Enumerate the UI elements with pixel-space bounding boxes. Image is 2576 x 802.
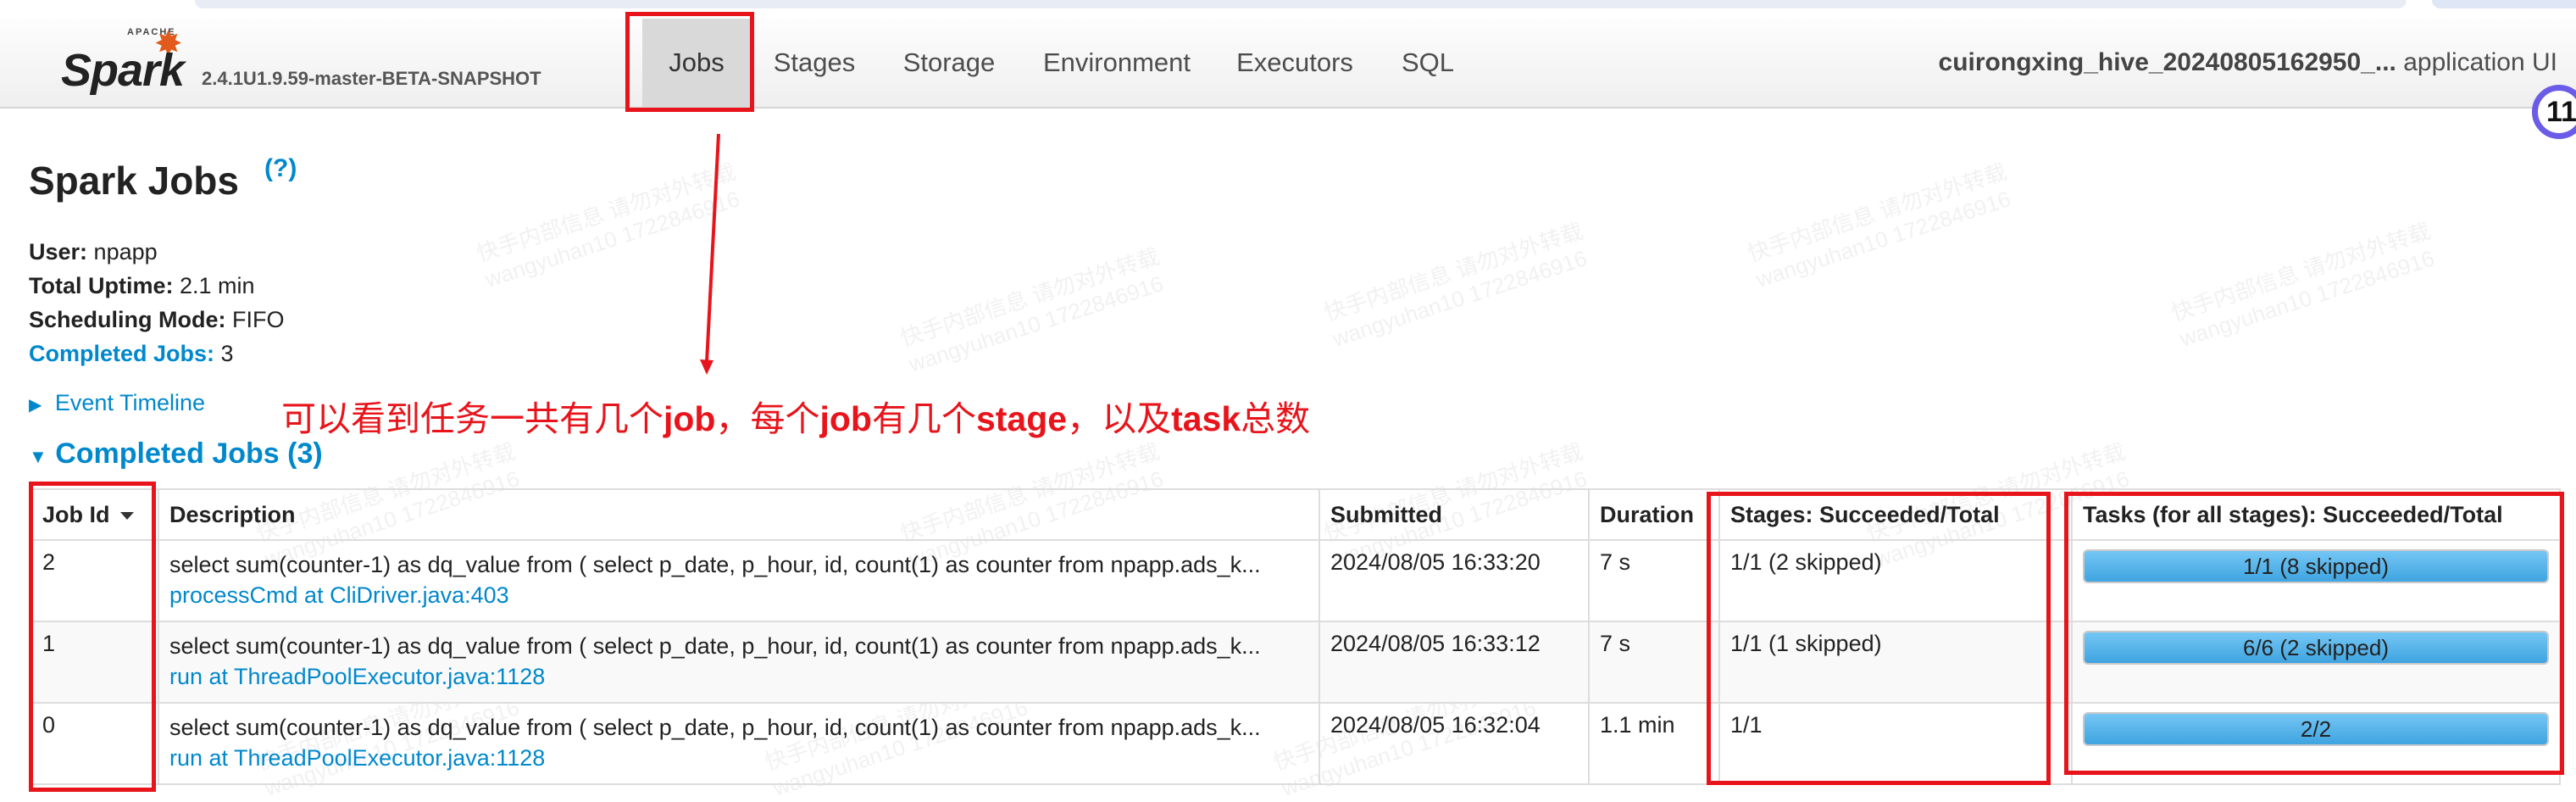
address-bar-edge <box>195 0 2407 8</box>
browser-chrome-strip <box>0 0 2576 17</box>
floating-badge[interactable]: 11 <box>2532 85 2576 139</box>
summary-uptime: Total Uptime: 2.1 min <box>29 273 255 299</box>
annotation-job-2: job <box>819 399 872 438</box>
help-link[interactable]: (?) <box>264 154 297 183</box>
tab-stages[interactable]: Stages <box>761 19 868 107</box>
triangle-down-icon: ▼ <box>29 446 47 467</box>
highlight-tasks-column <box>2064 492 2564 775</box>
completed-value: 3 <box>220 341 234 366</box>
watermark-text: 快手内部信息 请勿对外转载 wangyuhan10 1722846916 <box>2168 218 2438 352</box>
uptime-value: 2.1 min <box>180 273 255 298</box>
highlight-job-id-column <box>29 482 156 792</box>
job-link[interactable]: run at ThreadPoolExecutor.java:1128 <box>169 745 545 771</box>
job-description: select sum(counter-1) as dq_value from (… <box>169 552 1261 577</box>
badge-text: 11 <box>2546 96 2576 128</box>
scheduling-value: FIFO <box>232 307 285 332</box>
annotation-stage: stage <box>975 399 1068 438</box>
tab-environment[interactable]: Environment <box>1032 19 1202 107</box>
watermark-text: 快手内部信息 请勿对外转载 wangyuhan10 1722846916 <box>1744 159 2014 292</box>
uptime-label: Total Uptime: <box>29 273 174 298</box>
page-title: Spark Jobs <box>29 159 239 203</box>
summary-scheduling: Scheduling Mode: FIFO <box>29 307 285 333</box>
annotation-part-5: 总数 <box>1241 399 1311 438</box>
user-value: npapp <box>93 239 158 265</box>
description-cell: select sum(counter-1) as dq_value from (… <box>158 539 1320 622</box>
duration-cell: 1.1 min <box>1588 702 1720 785</box>
completed-label: Completed Jobs: <box>29 341 215 366</box>
summary-completed-jobs[interactable]: Completed Jobs: 3 <box>29 341 234 367</box>
app-ui-label: application UI <box>2403 48 2557 76</box>
triangle-right-icon: ▶ <box>29 396 42 415</box>
app-id: cuirongxing_hive_20240805162950_... <box>1938 48 2396 76</box>
duration-cell: 7 s <box>1588 621 1720 704</box>
job-link[interactable]: processCmd at CliDriver.java:403 <box>169 582 509 608</box>
tab-executors[interactable]: Executors <box>1227 19 1363 107</box>
submitted-cell: 2024/08/05 16:33:20 <box>1319 539 1590 622</box>
submitted-cell: 2024/08/05 16:33:12 <box>1319 621 1590 704</box>
description-cell: select sum(counter-1) as dq_value from (… <box>158 702 1320 785</box>
annotation-part-2: ，每个 <box>715 399 820 438</box>
job-description: select sum(counter-1) as dq_value from (… <box>169 633 1261 659</box>
annotation-job-1: job <box>663 399 716 438</box>
event-timeline-toggle[interactable]: ▶ Event Timeline <box>29 390 205 416</box>
logo-wordmark: Spark <box>61 45 185 96</box>
event-timeline-label: Event Timeline <box>54 390 205 415</box>
col-duration[interactable]: Duration <box>1588 488 1720 541</box>
completed-jobs-header[interactable]: ▼ Completed Jobs (3) <box>29 437 323 471</box>
user-label: User: <box>29 239 88 265</box>
spark-logo[interactable]: APACHE ✸ Spark <box>61 25 188 96</box>
duration-cell: 7 s <box>1588 539 1720 622</box>
job-description: select sum(counter-1) as dq_value from (… <box>169 715 1261 740</box>
highlight-jobs-tab <box>625 12 754 112</box>
annotation-text: 可以看到任务一共有几个job，每个job有几个stage，以及task总数 <box>281 390 1310 441</box>
col-submitted[interactable]: Submitted <box>1319 488 1590 541</box>
browser-button-edge <box>2432 0 2576 8</box>
spark-version: 2.4.1U1.9.59-master-BETA-SNAPSHOT <box>202 68 541 89</box>
watermark-text: 快手内部信息 请勿对外转载 wangyuhan10 1722846916 <box>1320 218 1591 352</box>
navbar: APACHE ✸ Spark 2.4.1U1.9.59-master-BETA-… <box>0 19 2576 109</box>
summary-user: User: npapp <box>29 239 158 265</box>
tab-sql[interactable]: SQL <box>1390 19 1466 107</box>
scheduling-label: Scheduling Mode: <box>29 307 226 332</box>
tab-storage[interactable]: Storage <box>890 19 1008 107</box>
completed-jobs-title: Completed Jobs (3) <box>55 437 323 470</box>
application-name: cuirongxing_hive_20240805162950_... appl… <box>1939 19 2557 107</box>
annotation-part-4: ，以及 <box>1067 399 1172 438</box>
job-link[interactable]: run at ThreadPoolExecutor.java:1128 <box>169 664 545 689</box>
highlight-stages-column <box>1707 492 2051 785</box>
annotation-part-1: 可以看到任务一共有几个 <box>281 399 663 438</box>
annotation-part-3: 有几个 <box>871 399 976 438</box>
description-cell: select sum(counter-1) as dq_value from (… <box>158 621 1320 704</box>
col-description[interactable]: Description <box>158 488 1320 541</box>
annotation-task: task <box>1171 399 1241 438</box>
submitted-cell: 2024/08/05 16:32:04 <box>1319 702 1590 785</box>
watermark-text: 快手内部信息 请勿对外转载 wangyuhan10 1722846916 <box>473 159 743 292</box>
watermark-text: 快手内部信息 请勿对外转载 wangyuhan10 1722846916 <box>897 243 1167 377</box>
